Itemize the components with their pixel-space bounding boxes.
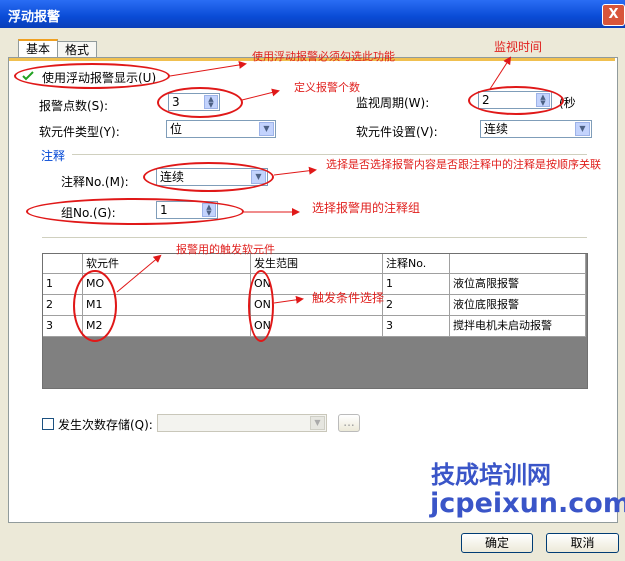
annotation-arrows (116, 56, 512, 304)
